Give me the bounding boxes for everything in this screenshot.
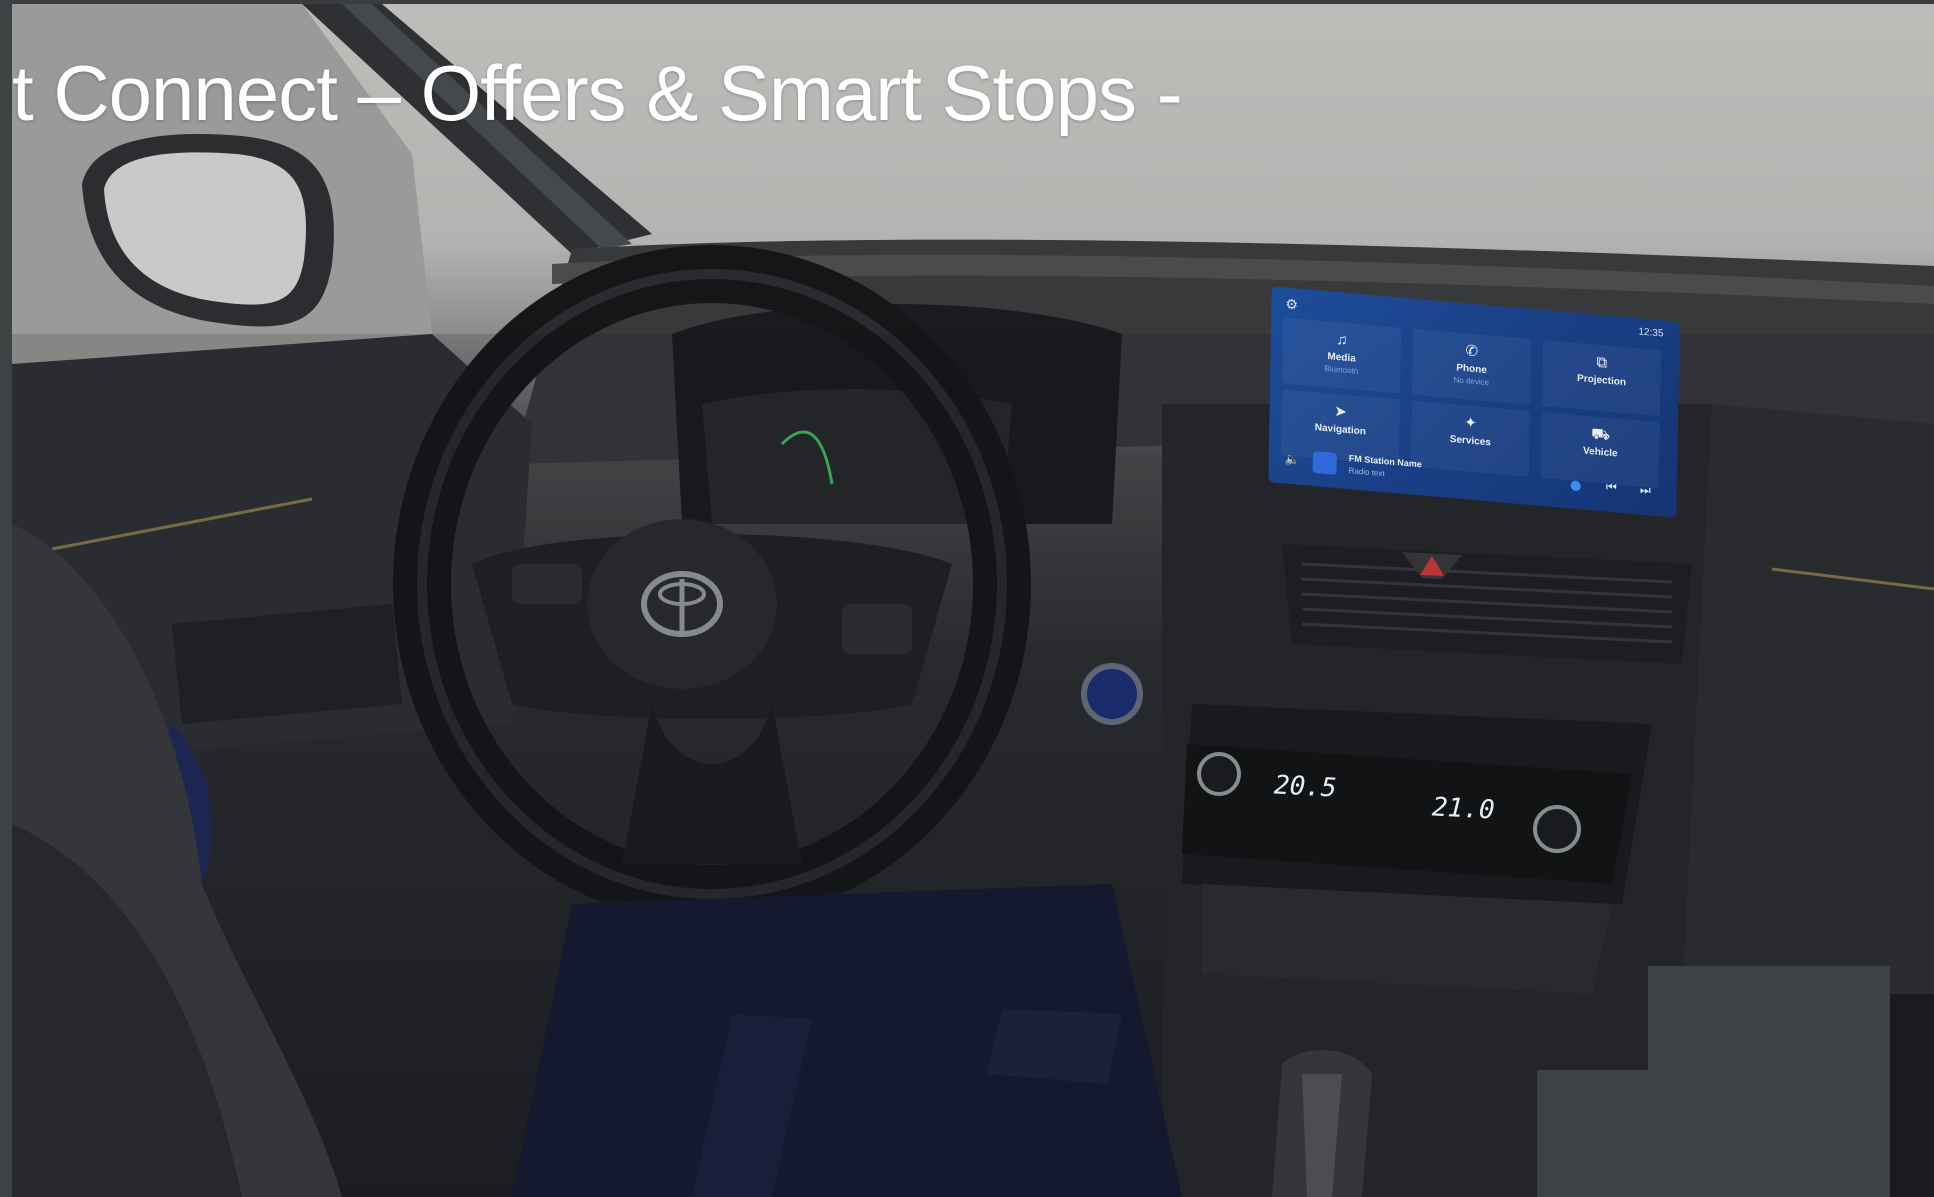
previous-track-icon[interactable]: ⏮ <box>1606 480 1617 496</box>
volume-icon[interactable]: 🔈 <box>1285 451 1300 466</box>
radio-text: Radio text <box>1348 466 1385 479</box>
car-interior-photo: t Connect – Offers & Smart Stops - ⚙ 12:… <box>12 4 1934 1197</box>
car-interior-illustration <box>12 4 1934 1197</box>
placeholder-block <box>1537 1070 1677 1197</box>
tile-media[interactable]: ♫ Media Bluetooth <box>1282 317 1402 394</box>
next-track-icon[interactable]: ⏭ <box>1640 483 1651 499</box>
slide-title: t Connect – Offers & Smart Stops - <box>12 49 1183 137</box>
climate-right-temp: 21.0 <box>1431 792 1496 826</box>
settings-gear-icon[interactable]: ⚙ <box>1285 296 1298 314</box>
radio-station-logo <box>1312 450 1337 476</box>
placeholder-block <box>1648 966 1890 1197</box>
source-indicator-icon <box>1570 480 1581 492</box>
climate-left-temp: 20.5 <box>1273 770 1338 804</box>
slide-left-border <box>0 0 12 1197</box>
tile-phone[interactable]: ✆ Phone No device <box>1412 328 1532 405</box>
status-time: 12:35 <box>1638 326 1664 340</box>
tile-projection[interactable]: ⧉ Projection <box>1542 340 1662 417</box>
infotainment-screen: ⚙ 12:35 ♫ Media Bluetooth ✆ Phone No dev… <box>1268 286 1680 518</box>
